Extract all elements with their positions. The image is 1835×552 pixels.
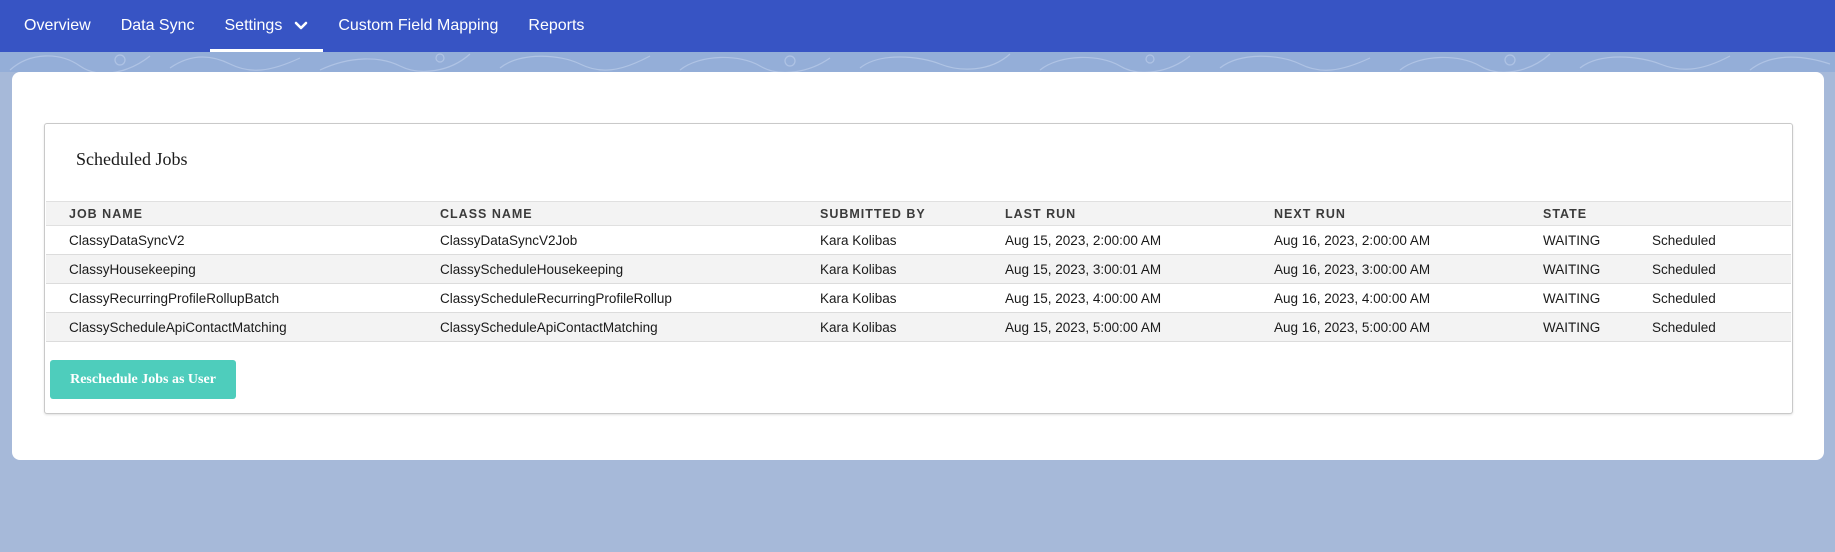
- cell-next-run: Aug 16, 2023, 2:00:00 AM: [1274, 225, 1543, 255]
- scheduled-jobs-panel: Scheduled Jobs JOB NAME CLASS NAME SUBMI…: [44, 123, 1793, 414]
- cell-job-name: ClassyScheduleApiContactMatching: [46, 312, 440, 342]
- cell-state: WAITING: [1543, 312, 1652, 342]
- table-row: ClassyRecurringProfileRollupBatch Classy…: [46, 283, 1791, 313]
- nav-reports-label: Reports: [528, 17, 585, 34]
- panel-title: Scheduled Jobs: [76, 149, 188, 169]
- reschedule-jobs-button[interactable]: Reschedule Jobs as User: [50, 360, 236, 399]
- nav-custom-field-mapping-label: Custom Field Mapping: [338, 17, 499, 34]
- nav-overview-label: Overview: [24, 17, 91, 34]
- cell-submitted-by: Kara Kolibas: [820, 225, 1005, 255]
- cell-job-name: ClassyHousekeeping: [46, 254, 440, 284]
- column-header-state: STATE: [1543, 201, 1652, 226]
- cell-job-name: ClassyDataSyncV2: [46, 225, 440, 255]
- nav-reports[interactable]: Reports: [513, 0, 599, 52]
- cell-state: WAITING: [1543, 254, 1652, 284]
- table-row: ClassyDataSyncV2 ClassyDataSyncV2Job Kar…: [46, 225, 1791, 255]
- nav-data-sync[interactable]: Data Sync: [106, 0, 210, 52]
- table-header-row: JOB NAME CLASS NAME SUBMITTED BY LAST RU…: [46, 201, 1791, 226]
- column-header-next-run: NEXT RUN: [1274, 201, 1543, 226]
- cell-status: Scheduled: [1652, 254, 1791, 284]
- nav-overview[interactable]: Overview: [9, 0, 106, 52]
- cell-next-run: Aug 16, 2023, 4:00:00 AM: [1274, 283, 1543, 313]
- cell-last-run: Aug 15, 2023, 2:00:00 AM: [1005, 225, 1274, 255]
- cell-next-run: Aug 16, 2023, 3:00:00 AM: [1274, 254, 1543, 284]
- nav-settings-label: Settings: [224, 17, 283, 34]
- column-header-job-name: JOB NAME: [46, 201, 440, 226]
- cell-status: Scheduled: [1652, 283, 1791, 313]
- cell-state: WAITING: [1543, 225, 1652, 255]
- scheduled-jobs-table: JOB NAME CLASS NAME SUBMITTED BY LAST RU…: [46, 201, 1791, 342]
- column-header-last-run: LAST RUN: [1005, 201, 1274, 226]
- cell-last-run: Aug 15, 2023, 5:00:00 AM: [1005, 312, 1274, 342]
- cell-class-name: ClassyScheduleHousekeeping: [440, 254, 820, 284]
- cell-submitted-by: Kara Kolibas: [820, 312, 1005, 342]
- cell-class-name: ClassyScheduleRecurringProfileRollup: [440, 283, 820, 313]
- column-header-class-name: CLASS NAME: [440, 201, 820, 226]
- column-header-submitted-by: SUBMITTED BY: [820, 201, 1005, 226]
- cell-last-run: Aug 15, 2023, 3:00:01 AM: [1005, 254, 1274, 284]
- cell-class-name: ClassyDataSyncV2Job: [440, 225, 820, 255]
- cell-submitted-by: Kara Kolibas: [820, 254, 1005, 284]
- nav-settings[interactable]: Settings: [209, 0, 324, 52]
- cell-job-name: ClassyRecurringProfileRollupBatch: [46, 283, 440, 313]
- table-row: ClassyHousekeeping ClassyScheduleHouseke…: [46, 254, 1791, 284]
- main-card: Scheduled Jobs JOB NAME CLASS NAME SUBMI…: [12, 72, 1824, 460]
- chevron-down-icon[interactable]: [294, 21, 308, 31]
- cell-state: WAITING: [1543, 283, 1652, 313]
- column-header-status: [1652, 201, 1791, 226]
- decorative-pattern-band: [0, 52, 1835, 72]
- cell-last-run: Aug 15, 2023, 4:00:00 AM: [1005, 283, 1274, 313]
- top-navigation: Overview Data Sync Settings Custom Field…: [0, 0, 1835, 52]
- nav-custom-field-mapping[interactable]: Custom Field Mapping: [323, 0, 513, 52]
- nav-data-sync-label: Data Sync: [120, 17, 195, 34]
- cell-class-name: ClassyScheduleApiContactMatching: [440, 312, 820, 342]
- cell-status: Scheduled: [1652, 225, 1791, 255]
- table-row: ClassyScheduleApiContactMatching ClassyS…: [46, 312, 1791, 342]
- cell-next-run: Aug 16, 2023, 5:00:00 AM: [1274, 312, 1543, 342]
- cell-status: Scheduled: [1652, 312, 1791, 342]
- cell-submitted-by: Kara Kolibas: [820, 283, 1005, 313]
